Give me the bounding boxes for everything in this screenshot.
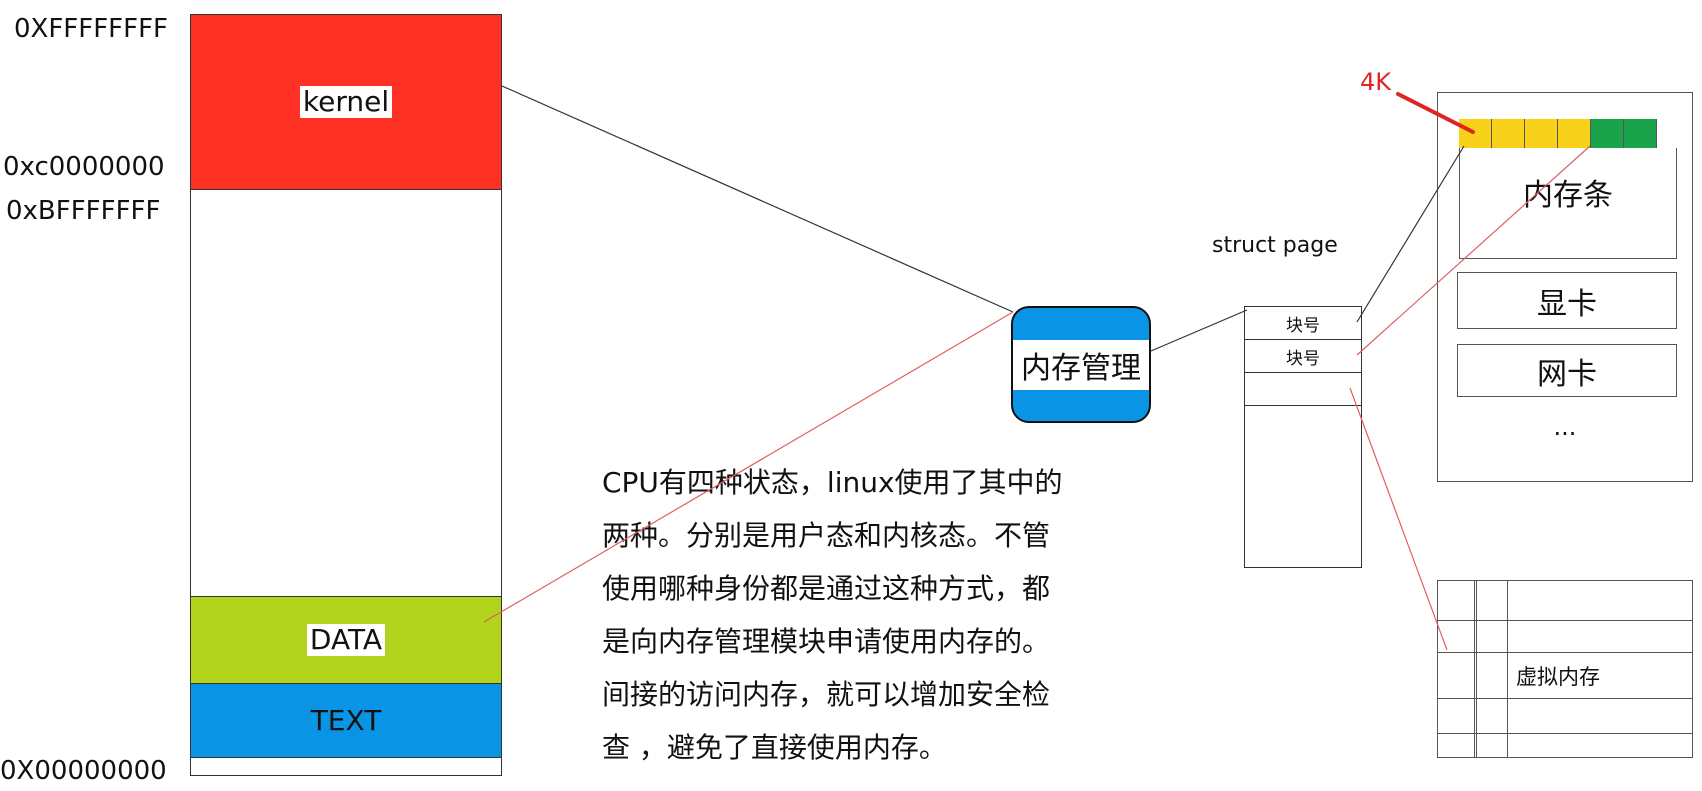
- manager-to-struct-page-line: [1150, 309, 1248, 352]
- data-to-manager-line: [483, 311, 1014, 623]
- 4k-pointer-line: [1396, 92, 1475, 134]
- block-to-page-frame-line: [1356, 145, 1465, 323]
- connector-lines: [483, 85, 1591, 651]
- kernel-to-manager-line: [501, 85, 1014, 313]
- struct-page-to-virtual-memory-line: [1349, 387, 1448, 651]
- block-to-page-frame-red-line: [1356, 145, 1591, 356]
